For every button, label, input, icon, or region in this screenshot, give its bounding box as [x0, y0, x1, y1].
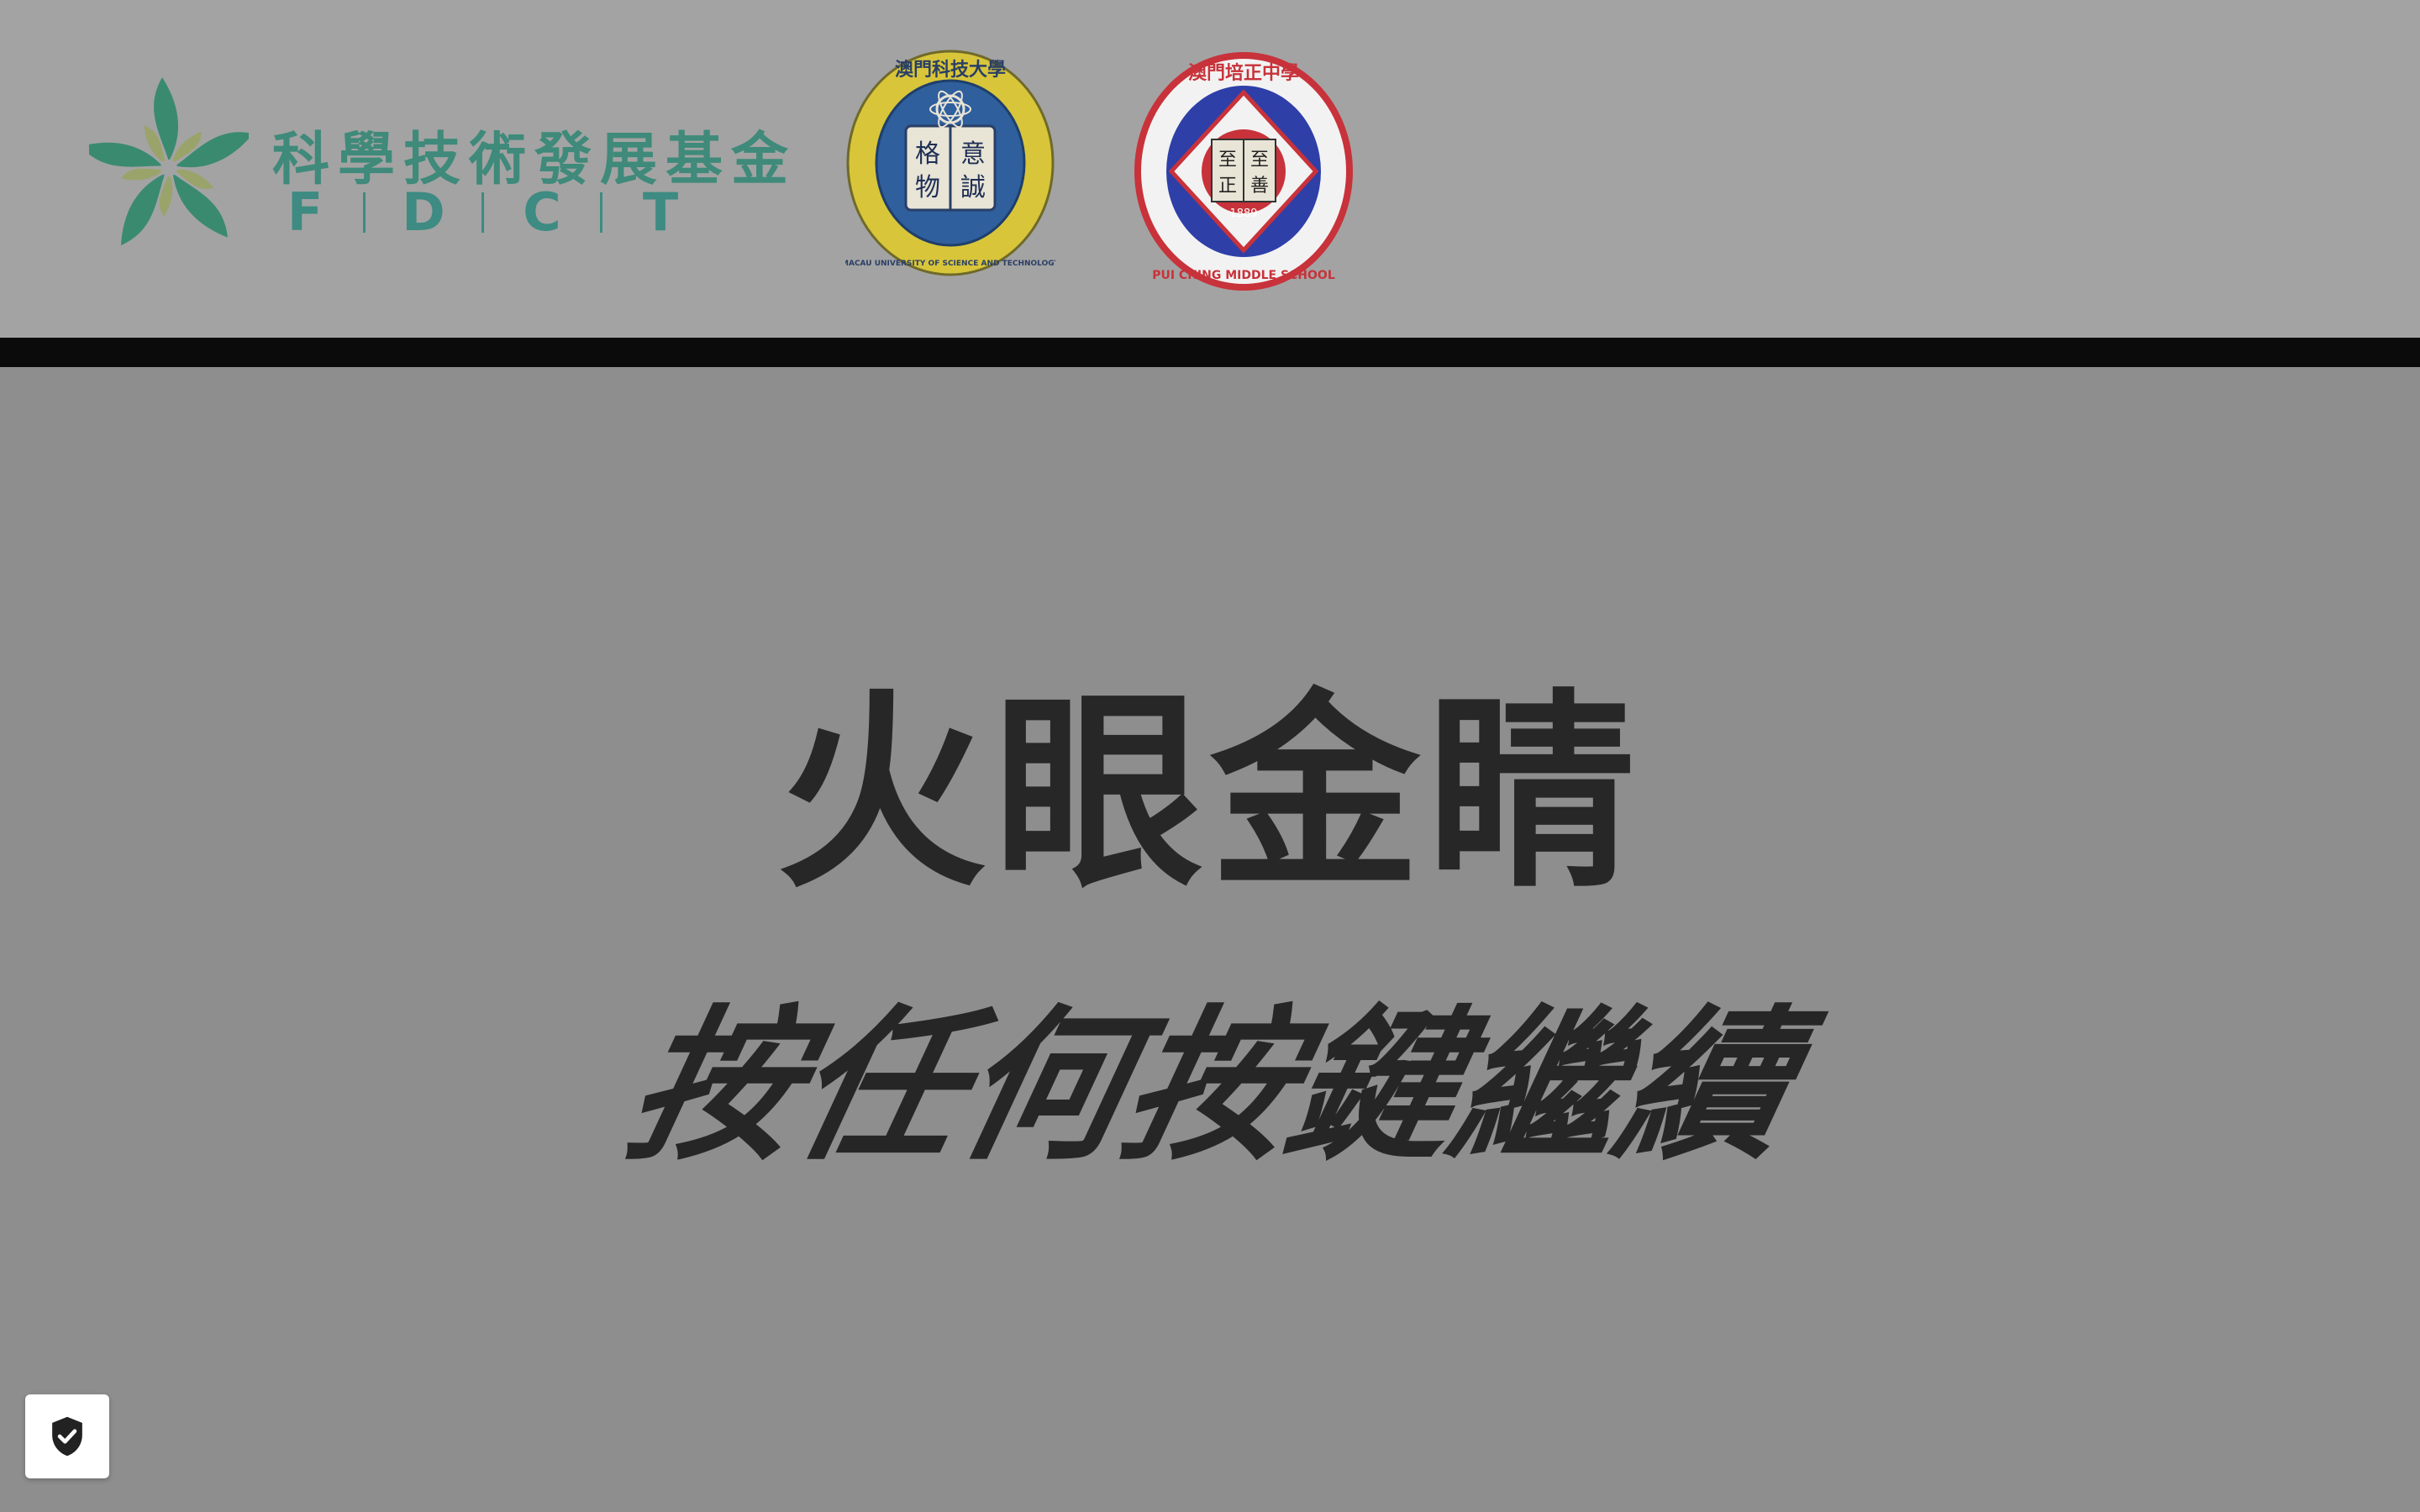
puiching-english-text: PUI CHING MIDDLE SCHOOL	[1152, 269, 1335, 282]
puiching-year: 1889	[1229, 207, 1257, 220]
must-motto-char: 物	[915, 173, 940, 202]
puiching-center-char: 至	[1218, 150, 1237, 171]
puiching-ring-text: 澳門培正中學	[1188, 62, 1299, 84]
must-ring-text: 澳門科技大學	[895, 59, 1006, 81]
fdct-letter: T	[642, 181, 679, 243]
fdct-logo: 科學技術發展基金 F D C T	[89, 74, 788, 267]
fdct-letter: F	[287, 181, 324, 243]
puiching-center-char: 善	[1250, 176, 1269, 197]
must-seal-logo: 格 意 物 誠 澳門科技大學 MACAU UNIVERSITY OF SCIEN…	[845, 50, 1055, 276]
fdct-separator	[363, 192, 366, 233]
shield-check-icon	[52, 1416, 82, 1457]
logo-header: 科學技術發展基金 F D C T 格 意 物 誠 澳門科技大學 MACAU UN…	[0, 0, 2420, 338]
must-motto-char: 意	[960, 139, 986, 169]
game-title: 火眼金睛	[776, 671, 1644, 916]
press-any-key-prompt[interactable]: 按任何按鍵繼續	[0, 990, 2420, 1183]
must-motto-char: 格	[915, 139, 940, 169]
puiching-center-char: 至	[1250, 150, 1269, 171]
puiching-seal-logo: 至 至 正 善 1889 澳門培正中學 PUI CHING MIDDLE SCH…	[1134, 52, 1353, 291]
must-motto-char: 誠	[960, 173, 986, 202]
fdct-flower-icon	[89, 77, 249, 246]
game-start-screen[interactable]: 科學技術發展基金 F D C T 格 意 物 誠 澳門科技大學 MACAU UN…	[0, 0, 2420, 1512]
fdct-abbreviation: F D C T	[277, 181, 688, 243]
security-badge-button[interactable]	[25, 1394, 109, 1478]
fdct-letter: C	[523, 181, 561, 243]
fdct-separator	[600, 192, 602, 233]
must-english-text: MACAU UNIVERSITY OF SCIENCE AND TECHNOLO…	[845, 260, 1055, 268]
fdct-separator	[481, 192, 484, 233]
fdct-letter: D	[402, 181, 445, 243]
puiching-center-char: 正	[1218, 176, 1237, 197]
header-divider	[0, 338, 2420, 367]
